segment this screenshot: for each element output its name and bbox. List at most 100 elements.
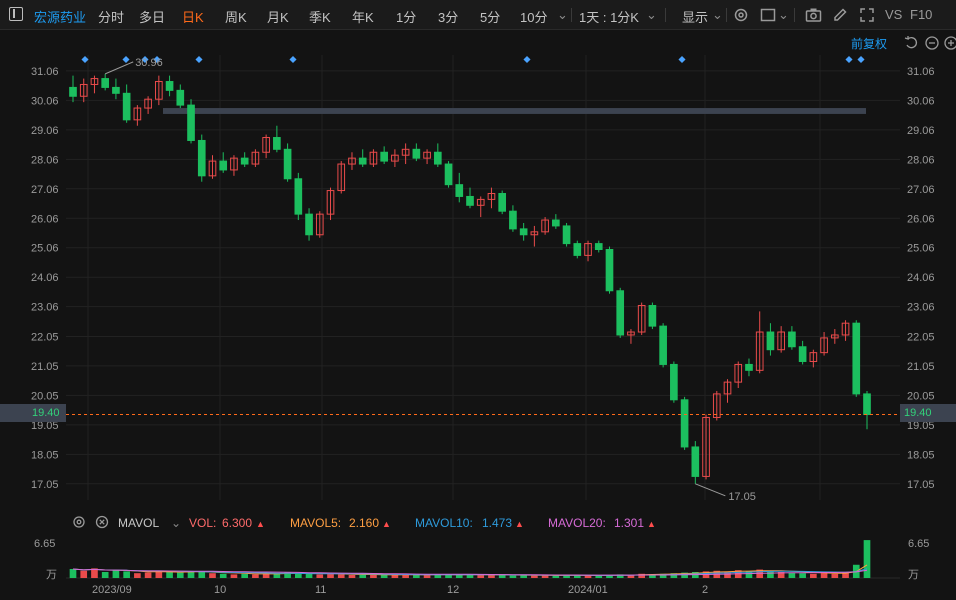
candle-body [444, 163, 453, 186]
volume-bar [80, 570, 88, 578]
x-tick-label: 2 [702, 584, 709, 596]
tab-multiday[interactable]: 多日 [139, 7, 165, 26]
candle-body [552, 219, 560, 227]
settings-gear-icon[interactable] [72, 515, 86, 529]
volume-bar [327, 573, 334, 578]
y-tick-label: 22.05 [907, 331, 935, 343]
event-marker [523, 55, 531, 64]
vol-axis-unit-right: 万 [908, 569, 919, 581]
chevron-down-icon[interactable]: ⌄ [778, 7, 789, 23]
y-tick-label: 29.06 [31, 125, 59, 137]
tab-1min[interactable]: 1分 [396, 7, 416, 26]
y-tick-label: 23.06 [907, 302, 935, 314]
tab-weekly-k[interactable]: 周K [225, 7, 247, 26]
low-marker-label: 17.05 [728, 491, 756, 503]
tab-5min[interactable]: 5分 [480, 7, 500, 26]
current-price-tag-right: 19.40 [900, 404, 956, 422]
volume-bar [209, 573, 216, 578]
candle-body [594, 243, 603, 251]
volume-bar [391, 574, 399, 578]
candle-body [466, 195, 474, 206]
candle-body [863, 393, 871, 416]
toolbar: 宏源药业 分时 多日 日K 周K 月K 季K 年K 1分 3分 5分 10分 ⌄… [0, 0, 956, 30]
up-arrow-icon: ▲ [256, 519, 265, 529]
volume-bar [359, 574, 367, 578]
chevron-down-icon[interactable]: ⌄ [712, 7, 723, 23]
y-tick-label: 17.05 [907, 479, 935, 491]
mavol5-label: MAVOL5: [290, 516, 342, 530]
mavol10-value: 1.473 [482, 516, 513, 530]
x-tick-label: 12 [447, 584, 460, 596]
camera-icon[interactable] [805, 7, 822, 23]
pencil-icon[interactable] [832, 7, 848, 23]
volume-bar [112, 570, 120, 578]
high-marker-line [104, 61, 134, 75]
close-icon[interactable] [95, 515, 109, 529]
settings-gear-icon[interactable] [733, 7, 749, 23]
interval-select[interactable]: 1天 : 1分K [579, 7, 639, 26]
volume-bar [123, 571, 130, 578]
volume-bar [455, 574, 463, 578]
candle-body [273, 137, 281, 150]
fullscreen-icon[interactable] [859, 7, 875, 23]
candle-body [412, 148, 421, 159]
y-tick-label: 20.05 [907, 390, 935, 402]
candle-body [294, 178, 303, 215]
y-tick-label: 31.06 [31, 66, 59, 78]
tab-fenshi[interactable]: 分时 [98, 7, 124, 26]
volume-bar [337, 574, 345, 578]
chevron-down-icon[interactable]: ⌄ [171, 516, 181, 530]
indicator-select[interactable]: MAVOL [118, 516, 159, 530]
display-button[interactable]: 显示 [682, 7, 708, 26]
volume-bar [252, 574, 259, 578]
vs-button[interactable]: VS [885, 7, 902, 22]
f10-button[interactable]: F10 [910, 7, 932, 22]
tab-10min[interactable]: 10分 [520, 7, 547, 26]
chevron-down-icon[interactable]: ⌄ [557, 7, 568, 23]
candle-body [455, 184, 464, 197]
stock-name[interactable]: 宏源药业 [34, 7, 86, 26]
y-tick-label: 23.06 [31, 302, 59, 314]
chevron-down-icon[interactable]: ⌄ [646, 7, 657, 23]
volume-bar [477, 574, 485, 578]
layout-icon[interactable] [760, 7, 776, 23]
candle-body [165, 81, 174, 91]
volume-bar [831, 573, 839, 578]
volume-bar [810, 573, 817, 578]
candle-body [766, 331, 775, 351]
tab-quarterly-k[interactable]: 季K [309, 7, 331, 26]
tab-daily-k[interactable]: 日K [182, 7, 204, 26]
candle-body [509, 210, 517, 230]
candle-body [648, 304, 657, 327]
candle-body [659, 325, 667, 365]
y-tick-label: 27.06 [907, 184, 935, 196]
volume-bar [413, 574, 420, 578]
y-tick-label: 18.05 [31, 449, 59, 461]
y-tick-label: 24.06 [31, 272, 59, 284]
candle-body [380, 151, 388, 162]
volume-bar [230, 574, 238, 578]
tab-yearly-k[interactable]: 年K [352, 7, 374, 26]
y-tick-label: 27.06 [31, 184, 59, 196]
divider [665, 8, 666, 22]
panel-toggle-icon[interactable] [9, 7, 23, 21]
volume-bar [423, 574, 431, 578]
tab-3min[interactable]: 3分 [438, 7, 458, 26]
volume-bar [305, 573, 313, 578]
volume-bar [198, 571, 206, 578]
volume-bar [820, 573, 828, 578]
volume-chart[interactable] [0, 534, 956, 584]
y-tick-label: 26.06 [907, 213, 935, 225]
volume-bar [531, 575, 538, 578]
volume-bar [788, 572, 796, 578]
candlestick-chart[interactable]: 31.06 31.06 30.06 30.06 29.06 29.06 28.06 28.06… [0, 30, 956, 510]
candle-body [305, 213, 313, 236]
up-arrow-icon: ▲ [515, 519, 524, 529]
tab-monthly-k[interactable]: 月K [267, 7, 289, 26]
high-marker-label: 30.96 [135, 57, 163, 69]
volume-bar [187, 571, 195, 578]
vol-axis-max-left: 6.65 [34, 538, 56, 550]
volume-bar [316, 574, 324, 578]
candle-body [788, 331, 796, 348]
divider [794, 8, 795, 22]
